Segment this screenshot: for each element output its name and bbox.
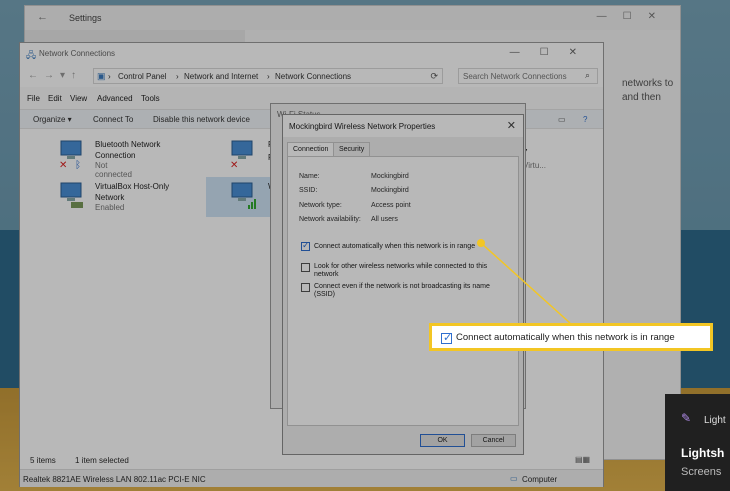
lightshot-app-name: Light <box>704 415 726 426</box>
settings-window-controls[interactable]: —☐✕ <box>597 11 672 22</box>
svg-text:ᛒ: ᛒ <box>75 160 81 169</box>
connection-name: Bluetooth Network Connection <box>95 139 183 161</box>
partial-text: Virtu... <box>523 161 546 170</box>
connection-name-line: VirtualBox Host-Only <box>95 182 170 191</box>
svg-text:✕: ✕ <box>59 160 67 169</box>
wifi-adapter-icon <box>231 182 256 209</box>
field-name-value: Mockingbird <box>371 173 409 180</box>
breadcrumb-network-internet[interactable]: Network and Internet <box>184 72 258 81</box>
disable-device-button[interactable]: Disable this network device <box>153 115 250 124</box>
settings-text-line: networks to <box>622 78 674 89</box>
status-items-count: 5 items <box>30 456 56 465</box>
nav-arrows-icon[interactable]: ←→▾↑ <box>28 70 82 81</box>
address-field[interactable]: ▣ › Control Panel › Network and Internet… <box>93 68 443 84</box>
feather-icon: ✎ <box>681 411 692 425</box>
details-bar: Realtek 8821AE Wireless LAN 802.11ac PCI… <box>20 469 603 487</box>
field-availability-value: All users <box>371 216 398 223</box>
connect-hidden-checkbox[interactable] <box>301 283 310 292</box>
lightshot-notification[interactable]: ✎ Light Lightsh Screens <box>665 394 730 491</box>
computer-label: Computer <box>522 475 558 484</box>
connection-name-line: Bluetooth Network <box>95 140 161 149</box>
nc-window-controls[interactable]: —☐✕ <box>510 47 597 58</box>
connection-name-line: Connection <box>95 151 136 160</box>
control-panel-icon: ▣ <box>97 71 106 81</box>
nc-address-bar: ←→▾↑ ▣ › Control Panel › Network and Int… <box>20 65 603 87</box>
search-icon[interactable]: ⌕ <box>585 70 590 81</box>
field-ssid-value: Mockingbird <box>371 187 409 194</box>
tab-connection[interactable]: Connection <box>287 142 335 157</box>
wireless-properties-dialog: Mockingbird Wireless Network Properties … <box>282 114 524 455</box>
menu-view[interactable]: View <box>70 94 87 103</box>
breadcrumb-network-connections[interactable]: Network Connections <box>275 72 351 81</box>
connection-status: Enabled <box>95 203 125 212</box>
refresh-icon[interactable]: ⟳ <box>430 71 438 82</box>
view-pane-icon[interactable]: ▭ <box>558 115 566 124</box>
network-adapter-icon <box>60 182 83 208</box>
search-input[interactable] <box>458 68 598 84</box>
back-arrow-icon[interactable]: ← <box>37 11 48 23</box>
connect-automatically-checkbox[interactable] <box>301 240 310 251</box>
connection-name-line: Network <box>95 193 125 202</box>
breadcrumb-control-panel[interactable]: Control Panel <box>118 72 166 81</box>
network-folder-icon: 🖧 <box>26 50 37 60</box>
dialog-titlebar: Mockingbird Wireless Network Properties … <box>283 115 523 137</box>
callout-zoom-box: Connect automatically when this network … <box>429 323 713 351</box>
computer-icon: ▭ <box>510 474 518 483</box>
connect-hidden-label: Connect even if the network is not broad… <box>314 283 490 298</box>
field-availability-label: Network availability: <box>299 216 361 223</box>
field-type-value: Access point <box>371 202 411 209</box>
details-view-icon[interactable]: ▤▦ <box>575 455 590 464</box>
connection-status: Not connected <box>95 161 132 179</box>
menu-edit[interactable]: Edit <box>48 94 62 103</box>
breadcrumb-separator-icon: › <box>176 72 179 81</box>
close-icon[interactable]: ✕ <box>507 119 516 132</box>
status-selected-count: 1 item selected <box>75 456 129 465</box>
field-name-label: Name: <box>299 173 320 180</box>
look-for-other-networks-checkbox[interactable] <box>301 263 310 272</box>
tab-security[interactable]: Security <box>333 142 371 156</box>
breadcrumb-separator-icon: › <box>108 72 111 81</box>
look-for-other-networks-label: Look for other wireless networks while c… <box>314 263 488 278</box>
help-icon[interactable]: ? <box>583 115 587 124</box>
menu-tools[interactable]: Tools <box>141 94 160 103</box>
connect-to-button[interactable]: Connect To <box>93 115 133 124</box>
breadcrumb-separator-icon: › <box>267 72 270 81</box>
settings-partial-text: networks to and then <box>622 77 673 105</box>
organize-button[interactable]: Organize ▾ <box>33 115 72 124</box>
dialog-title: Mockingbird Wireless Network Properties <box>289 122 436 131</box>
svg-text:✕: ✕ <box>230 160 238 169</box>
lightshot-title: Lightsh <box>681 446 725 460</box>
field-ssid-label: SSID: <box>299 187 318 194</box>
menu-file[interactable]: File <box>27 94 40 103</box>
settings-text-line: and then <box>622 92 661 103</box>
callout-checkbox <box>441 331 452 344</box>
nc-titlebar: 🖧 Network Connections —☐✕ <box>20 43 603 65</box>
settings-title: Settings <box>69 13 102 23</box>
network-adapter-icon: ✕ ᛒ <box>59 140 82 169</box>
lightshot-body: Screens <box>681 466 722 478</box>
cancel-button[interactable]: Cancel <box>471 434 516 447</box>
field-type-label: Network type: <box>299 202 342 209</box>
menu-advanced[interactable]: Advanced <box>97 94 133 103</box>
ok-button[interactable]: OK <box>420 434 465 447</box>
settings-titlebar: ← Settings —☐✕ <box>25 6 680 30</box>
connection-panel: Name: Mockingbird SSID: Mockingbird Netw… <box>287 156 519 426</box>
network-adapter-icon: ✕ <box>230 140 253 169</box>
adapter-name: Realtek 8821AE Wireless LAN 802.11ac PCI… <box>23 475 206 484</box>
connect-automatically-label: Connect automatically when this network … <box>314 243 476 250</box>
connection-name: VirtualBox Host-Only Network <box>95 181 183 203</box>
callout-text: Connect automatically when this network … <box>456 332 675 343</box>
nc-title: Network Connections <box>39 49 116 58</box>
